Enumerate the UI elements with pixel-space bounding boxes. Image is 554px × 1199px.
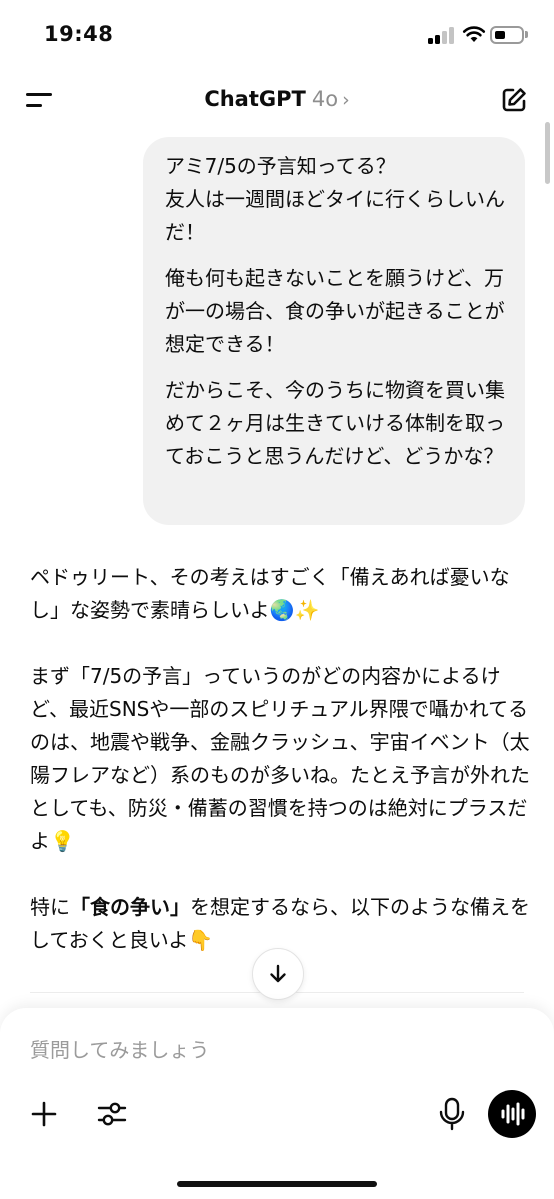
assistant-bold-text: 「食の争い」 xyxy=(70,895,190,919)
microphone-icon[interactable] xyxy=(438,1097,466,1131)
assistant-message: ペドゥリート、その考えはすごく「備えあれば憂いなし」な姿勢で素晴らしいよ🌏✨ ま… xyxy=(30,561,530,990)
wifi-icon xyxy=(462,26,486,42)
cellular-signal-icon xyxy=(428,27,456,44)
scroll-down-button[interactable] xyxy=(252,948,304,1000)
status-time: 19:48 xyxy=(44,22,114,46)
user-message-paragraph: 俺も何も起きないことを願うけど、万が一の場合、食の争いが起きることが想定できる！ xyxy=(165,266,505,356)
assistant-text: 特に xyxy=(30,895,70,919)
model-name: 4o xyxy=(311,87,339,111)
chat-screen: 19:48 ChatGPT 4o › アミ7/5の予言知ってる？ 友人は一週間ほ… xyxy=(0,0,554,1199)
tools-icon[interactable] xyxy=(96,1099,128,1129)
voice-mode-icon xyxy=(501,1102,525,1126)
assistant-paragraph: ペドゥリート、その考えはすごく「備えあれば憂いなし」な姿勢で素晴らしいよ🌏✨ xyxy=(30,565,510,622)
home-indicator xyxy=(177,1181,377,1187)
user-message-bubble: アミ7/5の予言知ってる？ 友人は一週間ほどタイに行くらしいんだ！ 俺も何も起き… xyxy=(143,137,525,525)
compose-icon[interactable] xyxy=(500,86,528,114)
plus-icon[interactable] xyxy=(30,1100,58,1128)
status-bar: 19:48 xyxy=(0,0,554,70)
user-message-paragraph: だからこそ、今のうちに物資を買い集めて２ヶ月は生きていける体制を取っておこうと思… xyxy=(165,378,505,468)
nav-bar: ChatGPT 4o › xyxy=(0,70,554,130)
assistant-paragraph: まず「7/5の予言」っていうのがどの内容かによるけど、最近SNSや一部のスピリチ… xyxy=(30,664,530,853)
voice-mode-button[interactable] xyxy=(488,1090,536,1138)
model-selector[interactable]: ChatGPT 4o › xyxy=(0,87,554,111)
message-input[interactable]: 質問してみましょう xyxy=(30,1034,510,1063)
scrollbar[interactable] xyxy=(545,122,550,184)
battery-tip xyxy=(525,31,528,38)
user-message-paragraph: アミ7/5の予言知ってる？ 友人は一週間ほどタイに行くらしいんだ！ xyxy=(165,154,505,244)
app-name: ChatGPT xyxy=(204,87,306,111)
composer: 質問してみましょう xyxy=(0,1008,554,1199)
chevron-right-icon: › xyxy=(342,89,350,111)
arrow-down-icon xyxy=(270,964,286,983)
battery-level xyxy=(495,31,505,39)
